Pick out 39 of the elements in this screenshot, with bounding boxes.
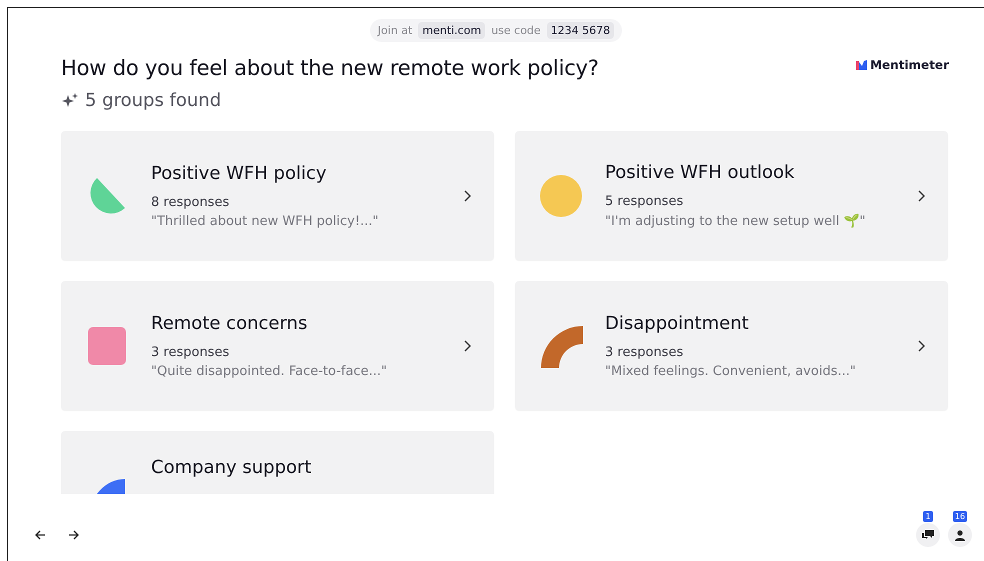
- response-count: 3 responses: [151, 344, 230, 360]
- code-label: use code: [491, 24, 541, 37]
- comments-button[interactable]: [916, 523, 940, 547]
- response-count: 8 responses: [151, 194, 230, 210]
- chevron-icon: [916, 340, 926, 352]
- group-title: Company support: [151, 457, 312, 478]
- count-badge: 1: [923, 511, 933, 522]
- group-card[interactable]: Company support: [61, 431, 494, 494]
- group-card[interactable]: Remote concerns 3 responses "Quite disappointed. Face-to-face...": [61, 281, 494, 410]
- chevron-icon: [462, 190, 472, 202]
- response-quote: "I'm adjusting to the new setup well 🌱": [605, 213, 866, 229]
- group-card[interactable]: Positive WFH outlook 5 responses "I'm adjusting to the new setup well 🌱": [515, 131, 948, 260]
- group-title: Positive WFH outlook: [605, 162, 796, 183]
- groups-count: 5 groups found: [85, 90, 222, 111]
- group-card[interactable]: Positive WFH policy 8 responses "Thrilled about new WFH policy!...": [61, 131, 494, 260]
- response-count: 5 responses: [605, 194, 684, 209]
- right-arrow-icon: [68, 529, 80, 541]
- count-badge: 16: [952, 511, 968, 522]
- group-title: Disappointment: [605, 312, 750, 334]
- response-quote: "Mixed feelings. Convenient, avoids...": [605, 364, 857, 378]
- logo-icon: [856, 60, 868, 70]
- group-card[interactable]: Disappointment 3 responses "Mixed feelings. Convenient, avoids...": [515, 281, 948, 410]
- group-title: Remote concerns: [151, 312, 308, 334]
- chevron-icon: [916, 190, 926, 202]
- participants-button[interactable]: [948, 523, 972, 547]
- chevron-icon: [462, 340, 472, 352]
- response-quote: "Thrilled about new WFH policy!...": [151, 214, 380, 228]
- response-quote: "Quite disappointed. Face-to-face...": [151, 364, 388, 378]
- response-count: 3 responses: [605, 344, 684, 360]
- group-title: Positive WFH policy: [151, 162, 328, 184]
- question-title: How do you feel about the new remote work policy?: [61, 56, 599, 80]
- brand-name: Mentimeter: [870, 58, 949, 72]
- sparkle-icon: [61, 92, 79, 110]
- person-icon: [955, 530, 965, 540]
- join-label: Join at: [378, 24, 412, 37]
- join-url: menti.com: [418, 22, 486, 39]
- comments-icon: [922, 530, 934, 540]
- left-arrow-icon: [34, 529, 46, 541]
- join-code: 1234 5678: [546, 22, 614, 39]
